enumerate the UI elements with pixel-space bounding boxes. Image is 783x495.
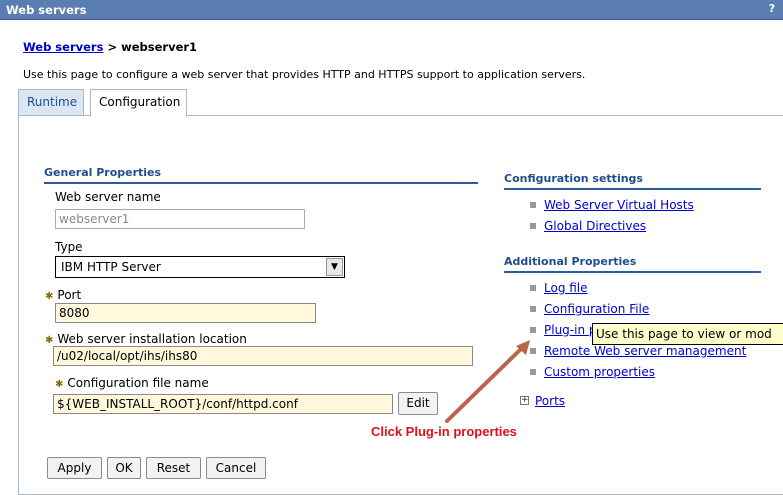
plug-in-tooltip: Use this page to view or mod	[592, 323, 783, 345]
annotation-arrow-icon	[445, 340, 530, 423]
